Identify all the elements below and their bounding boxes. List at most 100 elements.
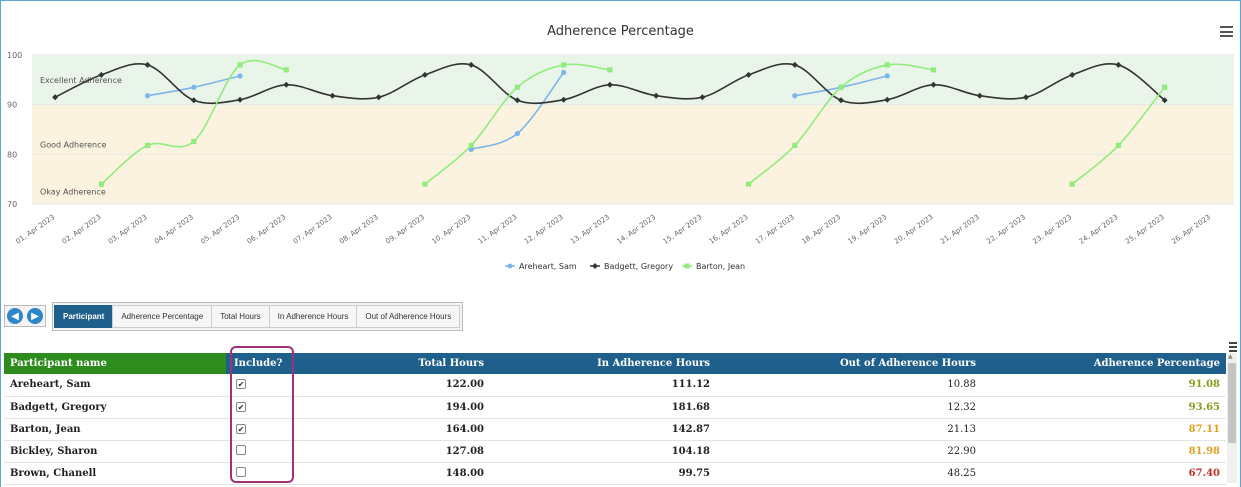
x-tick-label: 03, Apr 2023 xyxy=(107,213,149,246)
x-tick-label: 07, Apr 2023 xyxy=(292,213,334,246)
legend-label[interactable]: Badgett, Gregory xyxy=(604,262,673,271)
tab-participant[interactable]: Participant xyxy=(54,304,114,328)
cell-participant-name: Brown, Chanell xyxy=(4,462,226,485)
data-point xyxy=(144,93,151,99)
cell-total-hours: 164.00 xyxy=(292,418,490,441)
table-row[interactable]: Areheart, Sam ✔ 122.00 111.12 10.88 91.08 xyxy=(4,374,1226,397)
x-tick-label: 26, Apr 2023 xyxy=(1170,213,1212,246)
y-tick-label: 70 xyxy=(7,200,17,209)
legend-label[interactable]: Areheart, Sam xyxy=(519,262,577,271)
data-point xyxy=(792,93,798,99)
col-include[interactable]: Include? xyxy=(226,353,292,374)
band-excellent xyxy=(32,55,1234,105)
x-tick-label: 06, Apr 2023 xyxy=(246,213,288,246)
cell-participant-name: Areheart, Sam xyxy=(4,374,226,397)
data-point xyxy=(237,62,243,68)
cell-include: ✔ xyxy=(226,374,292,397)
include-checkbox[interactable]: ✔ xyxy=(236,423,246,434)
data-point xyxy=(1162,84,1168,90)
arrow-right-circle-icon[interactable]: ▶ xyxy=(27,308,43,324)
tab-adherence-percentage[interactable]: Adherence Percentage xyxy=(112,304,213,328)
x-tick-label: 04, Apr 2023 xyxy=(153,213,195,246)
tab-out-of-adherence-hours[interactable]: Out of Adherence Hours xyxy=(356,304,461,328)
tab-group: Participant Adherence Percentage Total H… xyxy=(52,301,464,331)
cell-total-hours: 127.08 xyxy=(292,440,490,463)
data-point xyxy=(144,142,151,148)
tab-bar: ◀ ▶ Participant Adherence Percentage Tot… xyxy=(4,301,464,331)
col-out-of-adherence-hours[interactable]: Out of Adherence Hours xyxy=(716,353,982,374)
data-point xyxy=(561,62,567,68)
data-point xyxy=(468,142,474,148)
include-checkbox[interactable] xyxy=(236,466,246,477)
x-tick-label: 25, Apr 2023 xyxy=(1124,213,1166,246)
data-point xyxy=(745,181,752,187)
legend-marker xyxy=(507,263,513,269)
y-tick-label: 80 xyxy=(7,150,17,159)
table-row[interactable]: Badgett, Gregory ✔ 194.00 181.68 12.32 93.65 xyxy=(4,396,1226,419)
scroll-up-icon[interactable]: ▲ xyxy=(1228,353,1233,360)
col-participant-name[interactable]: Participant name xyxy=(4,353,226,374)
data-point xyxy=(191,138,197,145)
x-tick-label: 18, Apr 2023 xyxy=(800,213,842,246)
cell-participant-name: Bickley, Sharon xyxy=(4,440,226,463)
x-tick-label: 23, Apr 2023 xyxy=(1031,213,1073,246)
cell-total-hours: 194.00 xyxy=(292,396,490,419)
legend-marker xyxy=(592,263,598,269)
cell-total-hours: 148.00 xyxy=(292,462,490,485)
legend-marker xyxy=(684,263,690,269)
arrow-left-circle-icon[interactable]: ◀ xyxy=(7,308,23,324)
cell-out-of-adherence-hours: 22.90 xyxy=(716,440,982,463)
cell-in-adherence-hours: 111.12 xyxy=(490,374,716,397)
x-tick-label: 24, Apr 2023 xyxy=(1078,213,1120,246)
x-tick-label: 02, Apr 2023 xyxy=(61,213,103,246)
table-row[interactable]: Brown, Chanell 148.00 99.75 48.25 67.40 xyxy=(4,462,1226,485)
data-point xyxy=(884,62,890,68)
cell-in-adherence-hours: 142.87 xyxy=(490,418,716,441)
x-tick-label: 12, Apr 2023 xyxy=(523,213,565,246)
cell-in-adherence-hours: 99.75 xyxy=(490,462,716,485)
data-point xyxy=(1069,181,1075,187)
cell-participant-name: Badgett, Gregory xyxy=(4,396,226,419)
data-point xyxy=(838,84,844,90)
tab-in-adherence-hours[interactable]: In Adherence Hours xyxy=(268,304,358,328)
data-point xyxy=(607,67,613,73)
include-checkbox[interactable]: ✔ xyxy=(236,401,246,412)
cell-include: ✔ xyxy=(226,418,292,441)
cell-total-hours: 122.00 xyxy=(292,374,490,397)
cell-adherence-percentage: 91.08 xyxy=(982,374,1226,397)
cell-include xyxy=(226,440,292,463)
data-point xyxy=(237,73,243,79)
cell-out-of-adherence-hours: 21.13 xyxy=(716,418,982,441)
col-adherence-percentage[interactable]: Adherence Percentage xyxy=(982,353,1226,374)
col-total-hours[interactable]: Total Hours xyxy=(292,353,490,374)
table-scrollbar[interactable]: ▲ xyxy=(1227,353,1237,483)
table-row[interactable]: Bickley, Sharon 127.08 104.18 22.90 81.98 xyxy=(4,440,1226,463)
data-point xyxy=(98,181,104,187)
include-checkbox[interactable]: ✔ xyxy=(236,379,246,390)
cell-adherence-percentage: 93.65 xyxy=(982,396,1226,419)
cell-out-of-adherence-hours: 48.25 xyxy=(716,462,982,485)
x-tick-label: 13, Apr 2023 xyxy=(569,213,611,246)
cell-out-of-adherence-hours: 12.32 xyxy=(716,396,982,419)
x-tick-label: 21, Apr 2023 xyxy=(939,213,981,246)
legend-label[interactable]: Barton, Jean xyxy=(696,262,745,271)
tab-total-hours[interactable]: Total Hours xyxy=(211,304,270,328)
include-checkbox[interactable] xyxy=(236,444,246,455)
data-point xyxy=(514,84,521,90)
cell-adherence-percentage: 81.98 xyxy=(982,440,1226,463)
cell-out-of-adherence-hours: 10.88 xyxy=(716,374,982,397)
cell-adherence-percentage: 87.11 xyxy=(982,418,1226,441)
table-row[interactable]: Barton, Jean ✔ 164.00 142.87 21.13 87.11 xyxy=(4,418,1226,441)
adherence-chart: 708090100Excellent AdherenceGood Adheren… xyxy=(7,51,1234,271)
data-point xyxy=(792,142,798,148)
x-tick-label: 10, Apr 2023 xyxy=(430,213,472,246)
col-in-adherence-hours[interactable]: In Adherence Hours xyxy=(490,353,716,374)
x-tick-label: 08, Apr 2023 xyxy=(338,213,380,246)
x-tick-label: 09, Apr 2023 xyxy=(384,213,426,246)
scroll-thumb[interactable] xyxy=(1228,363,1236,443)
data-point xyxy=(930,67,937,73)
x-tick-label: 20, Apr 2023 xyxy=(893,213,935,246)
x-tick-label: 14, Apr 2023 xyxy=(615,213,657,246)
data-point xyxy=(191,84,197,90)
chart-panel: Adherence Percentage 70 80 90 100 Excellent … xyxy=(0,0,1241,290)
